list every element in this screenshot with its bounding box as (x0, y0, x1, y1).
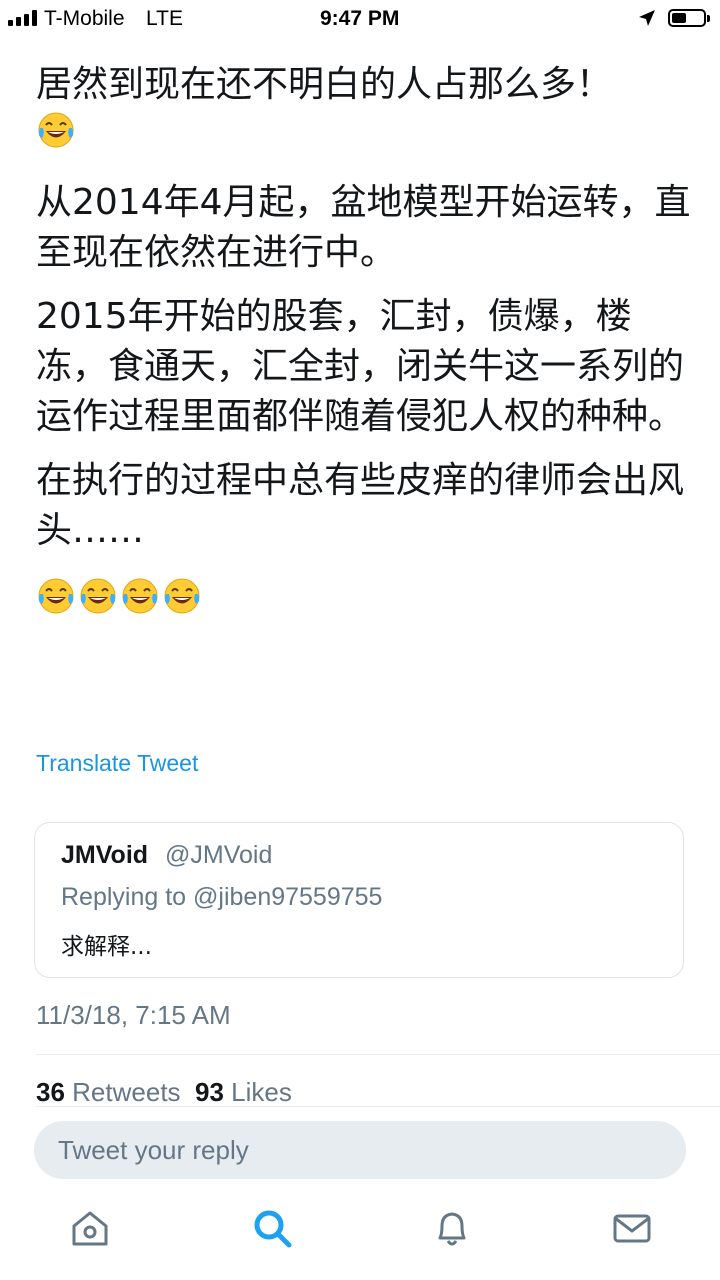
like-count[interactable]: 93 (195, 1077, 224, 1107)
laughing-tears-emoji-icon (36, 110, 76, 164)
emoji-row (36, 576, 696, 630)
notifications-icon[interactable] (430, 1206, 474, 1250)
replying-to-label: Replying to @jiben97559755 (61, 883, 383, 911)
location-arrow-icon (638, 9, 656, 33)
laughing-tears-emoji-icon (36, 576, 76, 630)
divider (36, 1106, 720, 1107)
signal-strength-icon (8, 10, 37, 26)
bottom-tab-bar (0, 1190, 720, 1280)
battery-icon (668, 9, 710, 27)
quoted-tweet-text: 求解释... (61, 934, 152, 960)
carrier-label: T-Mobile (44, 7, 125, 30)
tweet-paragraph: 2015年开始的股套，汇封，债爆，楼冻，食通天，汇全封，闭关牛这一系列的运作过程… (36, 296, 685, 437)
reply-input[interactable]: Tweet your reply (34, 1121, 686, 1179)
laughing-tears-emoji-icon (78, 576, 118, 630)
tweet-stats: 36 Retweets 93 Likes (36, 1077, 292, 1108)
retweet-count[interactable]: 36 (36, 1077, 65, 1107)
search-icon[interactable] (250, 1206, 294, 1250)
status-bar: T-Mobile LTE 9:47 PM (0, 0, 720, 38)
tweet-timestamp: 11/3/18, 7:15 AM (36, 1000, 231, 1030)
retweets-label[interactable]: Retweets (72, 1077, 180, 1107)
quoted-author-name: JMVoid (61, 841, 149, 869)
likes-label[interactable]: Likes (231, 1077, 292, 1107)
laughing-tears-emoji-icon (162, 576, 202, 630)
quoted-author-handle: @JMVoid (165, 841, 273, 869)
tweet-paragraph: 从2014年4月起，盆地模型开始运转，直至现在依然在进行中。 (36, 182, 691, 273)
clock: 9:47 PM (320, 7, 400, 30)
network-label: LTE (146, 7, 183, 30)
tweet-body: 居然到现在还不明白的人占那么多！ 从2014年4月起，盆地模型开始运转，直至现在… (36, 60, 696, 644)
quoted-tweet-card[interactable]: JMVoid @JMVoid Replying to @jiben9755975… (34, 822, 684, 978)
tweet-paragraph: 居然到现在还不明白的人占那么多！ (36, 60, 696, 164)
home-icon[interactable] (68, 1206, 112, 1250)
divider (36, 1054, 720, 1055)
tweet-paragraph: 在执行的过程中总有些皮痒的律师会出风头…… (36, 460, 685, 551)
laughing-tears-emoji-icon (120, 576, 160, 630)
translate-tweet-link[interactable]: Translate Tweet (36, 750, 198, 777)
messages-icon[interactable] (610, 1206, 654, 1250)
